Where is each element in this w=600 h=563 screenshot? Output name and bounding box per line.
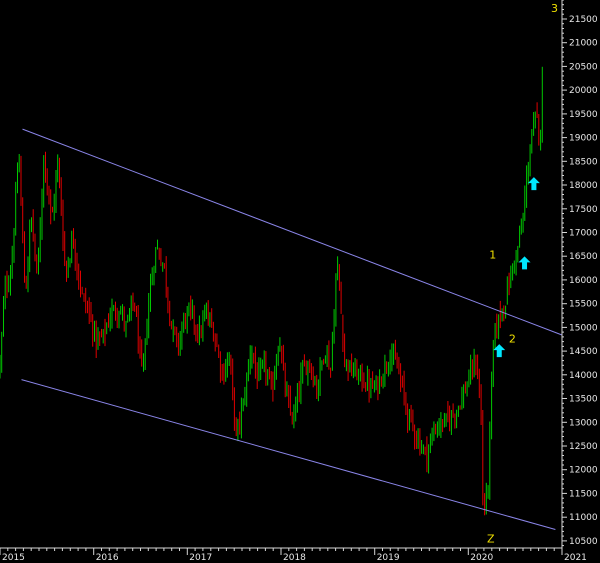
price-chart: 10500 11000 11500 12000 12500 13000 13500 14000… xyxy=(0,0,600,563)
y-tick-label: 11500 xyxy=(569,489,598,499)
y-tick-label: 20000 xyxy=(569,86,598,96)
y-tick-label: 16000 xyxy=(569,276,598,286)
y-tick-label: 18500 xyxy=(569,157,598,167)
y-tick-label: 17500 xyxy=(569,205,598,215)
y-tick-label: 11000 xyxy=(569,513,598,523)
x-tick-label: 2021 xyxy=(564,553,587,563)
y-tick-label: 20500 xyxy=(569,62,598,72)
y-tick-label: 12000 xyxy=(569,466,598,476)
y-tick-label: 18000 xyxy=(569,181,598,191)
y-tick-label: 15000 xyxy=(569,323,598,333)
y-tick-label: 21500 xyxy=(569,15,598,25)
wave-label: Z xyxy=(487,532,495,545)
wave-label: 3 xyxy=(551,2,558,15)
y-tick-label: 12500 xyxy=(569,442,598,452)
chart-background xyxy=(0,0,600,563)
y-tick-label: 17000 xyxy=(569,229,598,239)
y-tick-label: 19000 xyxy=(569,134,598,144)
x-tick-label: 2016 xyxy=(96,553,119,563)
y-tick-label: 14500 xyxy=(569,347,598,357)
wave-label: 1 xyxy=(489,249,496,262)
y-tick-label: 19500 xyxy=(569,110,598,120)
y-tick-label: 10500 xyxy=(569,537,598,547)
y-tick-label: 16500 xyxy=(569,252,598,262)
y-tick-label: 14000 xyxy=(569,371,598,381)
x-tick-label: 2015 xyxy=(2,553,25,563)
y-tick-label: 15500 xyxy=(569,300,598,310)
wave-label: 2 xyxy=(509,333,516,346)
x-tick-label: 2018 xyxy=(283,553,306,563)
y-tick-label: 13000 xyxy=(569,418,598,428)
y-tick-label: 21000 xyxy=(569,39,598,49)
x-tick-label: 2019 xyxy=(377,553,400,563)
x-tick-label: 2017 xyxy=(189,553,212,563)
y-tick-label: 13500 xyxy=(569,395,598,405)
x-tick-label: 2020 xyxy=(470,553,493,563)
